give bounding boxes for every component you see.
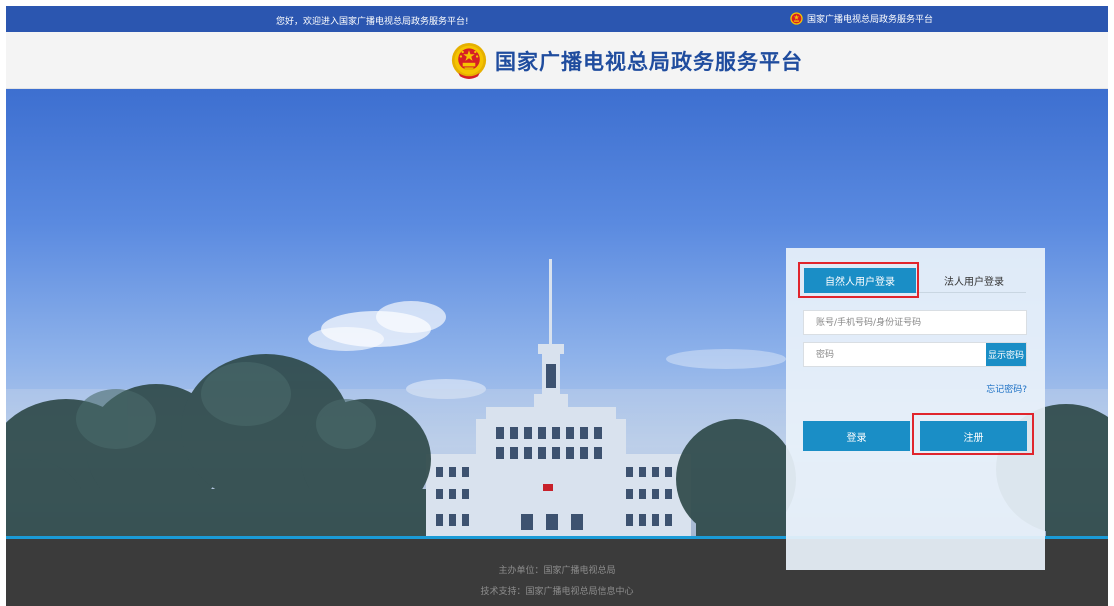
- national-emblem-icon: [790, 12, 803, 25]
- site-header: 国家广播电视总局政务服务平台: [6, 32, 1108, 89]
- login-panel: 自然人用户登录 法人用户登录 显示密码 忘记密码? 登录 注册: [786, 248, 1045, 570]
- login-tabs: 自然人用户登录 法人用户登录: [804, 268, 1026, 293]
- top-bar: 您好，欢迎进入国家广播电视总局政务服务平台! 国家广播电视总局政务服务平台: [6, 6, 1108, 32]
- password-field: 显示密码: [803, 342, 1027, 367]
- register-button[interactable]: 注册: [920, 421, 1027, 451]
- top-bar-platform-link[interactable]: 国家广播电视总局政务服务平台: [790, 12, 933, 25]
- account-input[interactable]: [804, 311, 1026, 334]
- welcome-text: 您好，欢迎进入国家广播电视总局政务服务平台!: [276, 17, 469, 27]
- account-field: [803, 310, 1027, 335]
- login-button[interactable]: 登录: [803, 421, 910, 451]
- national-emblem-icon: [451, 43, 487, 79]
- site-title: 国家广播电视总局政务服务平台: [495, 50, 803, 74]
- page-frame: 您好，欢迎进入国家广播电视总局政务服务平台! 国家广播电视总局政务服务平台 国家…: [6, 6, 1108, 606]
- brand-logo[interactable]: 国家广播电视总局政务服务平台: [451, 42, 803, 80]
- show-password-button[interactable]: 显示密码: [986, 343, 1026, 366]
- forgot-password-link[interactable]: 忘记密码?: [986, 382, 1027, 395]
- tab-legal-person-login[interactable]: 法人用户登录: [924, 268, 1024, 293]
- top-bar-platform-label: 国家广播电视总局政务服务平台: [807, 15, 934, 25]
- footer-support: 技术支持：国家广播电视总局信息中心: [480, 587, 634, 597]
- tab-natural-person-login[interactable]: 自然人用户登录: [804, 268, 916, 293]
